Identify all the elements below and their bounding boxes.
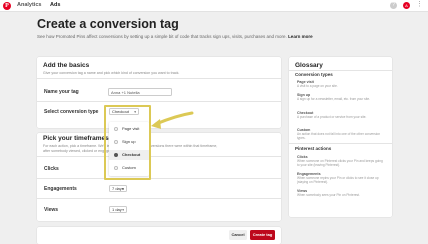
views-select[interactable]: 1 day ▾ — [109, 206, 127, 213]
glossary-title: Glossary — [295, 62, 323, 69]
divider — [289, 70, 392, 71]
glossary-definition: A visit to a page on your site. — [297, 84, 338, 88]
create-tag-button[interactable]: Create tag — [250, 230, 275, 240]
action-bar: Cancel Create tag — [37, 227, 281, 244]
timeframes-card: Pick your timeframes For each action, pi… — [37, 133, 281, 221]
conversion-types-heading: Conversion types — [295, 72, 333, 77]
arrow-icon — [151, 111, 194, 129]
name-tag-label: Name your tag — [44, 89, 79, 95]
views-value: 1 day — [112, 207, 122, 212]
basics-description: Give your conversion tag a name and pick… — [43, 71, 180, 75]
clicks-label: Clicks — [44, 166, 59, 172]
divider — [37, 178, 281, 179]
top-nav-bar: P Analytics Ads ? A ⋮ — [0, 0, 428, 12]
more-menu-icon[interactable]: ⋮ — [416, 1, 423, 9]
highlight-box — [104, 105, 151, 180]
glossary-definition: When someone repins your Pin or clicks t… — [297, 176, 379, 184]
glossary-definition: An action that does not fall into one of… — [297, 132, 381, 140]
engagements-select[interactable]: 7 days ▾ — [109, 185, 127, 192]
timeframes-title: Pick your timeframes — [43, 135, 109, 142]
divider — [37, 101, 281, 102]
glossary-definition: A purchase of a product or service from … — [297, 115, 367, 119]
glossary-definition: When somebody sees your Pin on Pinterest… — [297, 193, 360, 197]
engagements-label: Engagements — [44, 186, 77, 192]
glossary-panel: Glossary Conversion types Page visit A v… — [289, 57, 392, 217]
page-subtitle: See how Promoted Pins affect conversions… — [37, 34, 313, 39]
chevron-down-icon: ▾ — [122, 208, 124, 212]
pinterest-logo-icon[interactable]: P — [3, 2, 11, 10]
nav-analytics[interactable]: Analytics — [17, 2, 41, 8]
glossary-definition: When someone on Pinterest clicks your Pi… — [297, 159, 383, 167]
nav-ads[interactable]: Ads — [50, 2, 60, 8]
conversion-type-label: Select conversion type — [44, 109, 99, 115]
basics-title: Add the basics — [43, 62, 90, 69]
page-title: Create a conversion tag — [37, 17, 179, 31]
tag-name-input[interactable]: Anna +1 Nutella — [108, 88, 172, 96]
cancel-button[interactable]: Cancel — [229, 230, 247, 240]
divider — [289, 143, 392, 144]
avatar[interactable]: A — [403, 2, 410, 9]
views-label: Views — [44, 207, 59, 213]
divider — [37, 78, 281, 79]
learn-more-link[interactable]: Learn more — [288, 34, 313, 39]
divider — [37, 198, 281, 199]
divider — [37, 156, 281, 157]
chevron-down-icon: ▾ — [122, 187, 124, 191]
page-subtitle-text: See how Promoted Pins affect conversions… — [37, 34, 287, 39]
pinterest-actions-heading: Pinterest actions — [295, 146, 332, 151]
help-icon[interactable]: ? — [390, 2, 397, 9]
glossary-definition: A sign up for a newsletter, email, etc. … — [297, 97, 370, 101]
